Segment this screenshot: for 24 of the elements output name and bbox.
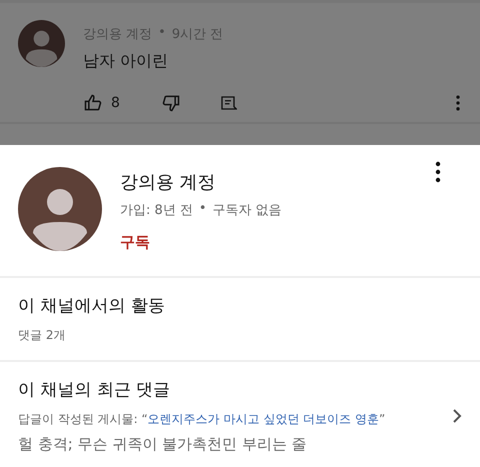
recent-comment-text: 헐 충격; 무슨 귀족이 불가촉천민 부리는 줄 [18,435,308,454]
subscriber-count: 구독자 없음 [212,202,282,219]
thumbs-up-icon[interactable] [83,93,103,113]
section-title: 이 채널에서의 활동 [18,295,166,317]
quote-mark: “ [142,412,148,426]
section-title: 이 채널의 최근 댓글 [18,379,172,401]
reply-icon[interactable] [218,94,237,112]
post-label: 답글이 작성된 게시물: [18,412,138,426]
thumbs-down-icon[interactable] [160,93,181,113]
join-date: 가입: 8년 전 [120,202,193,219]
comment-text: 남자 아이린 [83,51,170,72]
avatar-icon [18,20,65,67]
channel-name: 강의용 계정 [120,171,216,194]
comment-count: 댓글 2개 [18,327,66,344]
chevron-right-icon [452,408,462,424]
separator-dot: • [198,201,207,218]
avatar-icon [18,167,102,251]
post-link[interactable]: 오렌지주스가 마시고 싶었던 더보이즈 영훈 [148,412,379,426]
subscribe-button[interactable]: 구독 [120,233,150,252]
more-icon[interactable] [434,160,442,184]
like-count: 8 [111,95,120,111]
recent-comment-item[interactable]: 이 채널의 최근 댓글 답글이 작성된 게시물: “오렌지주스가 마시고 싶었던 더보이즈 영훈” 헐 충격; 무슨 귀족이 불가촉천민 부리는 줄 [0,362,480,467]
quote-mark: ” [378,412,386,426]
separator-dot: • [158,25,166,42]
